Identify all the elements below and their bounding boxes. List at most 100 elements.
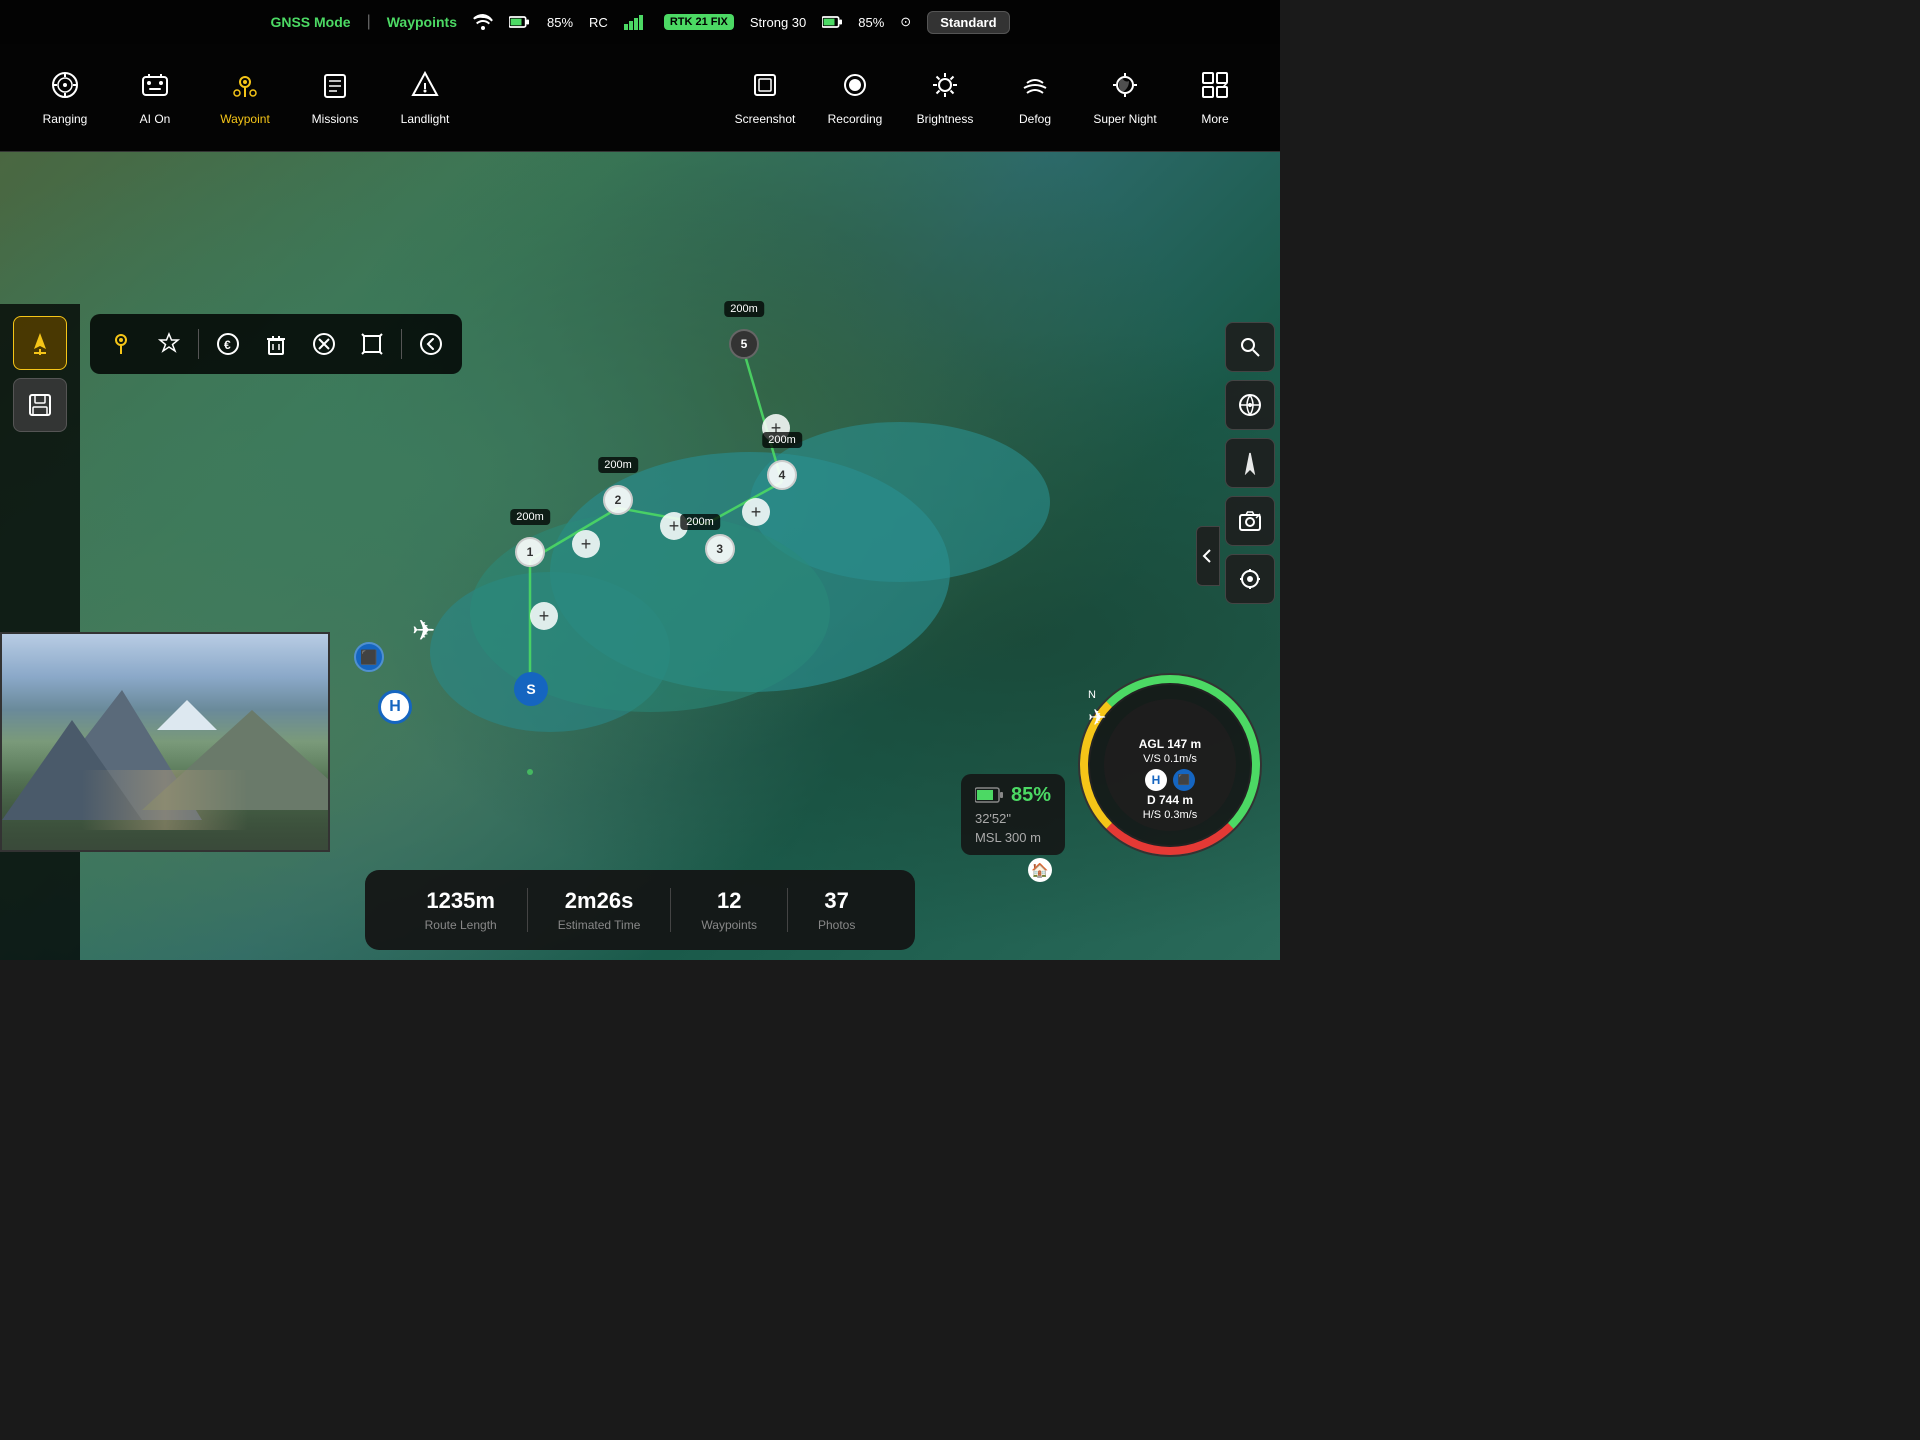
layers-btn[interactable] <box>1225 380 1275 430</box>
home-marker[interactable]: H <box>378 690 412 724</box>
status-bar: GNSS Mode | Waypoints 85% RC RTK 21 FIX … <box>0 0 1280 44</box>
defog-label: Defog <box>1019 112 1051 126</box>
toolbar: Ranging AI On Waypoint <box>0 44 1280 152</box>
estimated-time-value: 2m26s <box>565 888 634 914</box>
takeoff-button[interactable] <box>13 316 67 370</box>
snow-cap <box>157 700 217 730</box>
drone-status-panel: 85% 32'52" MSL 300 m <box>961 774 1065 855</box>
landlight-icon <box>409 69 441 106</box>
compass-rec-icon: ⬛ <box>1173 769 1195 791</box>
wp-separator <box>198 329 199 359</box>
save-button[interactable] <box>13 378 67 432</box>
tool-landlight[interactable]: Landlight <box>380 61 470 134</box>
wp1-circle: 1 <box>515 537 545 567</box>
ai-on-label: AI On <box>140 112 171 126</box>
map-container[interactable]: + + + + + 200m 1 200m 2 200m 3 200m 4 20… <box>0 152 1280 960</box>
route-length-label: Route Length <box>425 918 497 932</box>
signal-strength: Strong 30 <box>750 15 806 30</box>
wp-add-s1[interactable]: + <box>530 602 558 630</box>
compass-home-icon: H <box>1145 769 1167 791</box>
waypoint-5[interactable]: 200m 5 <box>729 329 759 359</box>
route-length-stat: 1235m Route Length <box>395 888 527 932</box>
wp4-circle: 4 <box>767 460 797 490</box>
compass-ring: N ✈ AGL 147 m V/S 0.1m/s H ⬛ D 744 m H/S… <box>1080 675 1260 855</box>
drone-marker[interactable]: ✈ <box>412 614 435 647</box>
ranging-label: Ranging <box>43 112 88 126</box>
start-marker[interactable]: S <box>514 672 548 706</box>
ai-on-icon <box>139 69 171 106</box>
gnss-mode: GNSS Mode <box>270 14 350 30</box>
signal-bars <box>624 14 648 30</box>
super-night-label: Super Night <box>1093 112 1156 126</box>
wp5-altitude: 200m <box>724 301 764 317</box>
screenshot-label: Screenshot <box>735 112 796 126</box>
waypoints-label: Waypoints <box>701 918 757 932</box>
collapse-panel-button[interactable] <box>1196 526 1220 586</box>
tool-ai-on[interactable]: AI On <box>110 61 200 134</box>
compass-vs: V/S 0.1m/s <box>1143 753 1197 765</box>
compass-nav-btn[interactable] <box>1225 438 1275 488</box>
wifi-icon <box>473 14 493 30</box>
wp5-circle: 5 <box>729 329 759 359</box>
tool-ranging[interactable]: Ranging <box>20 61 110 134</box>
stats-bar: 1235m Route Length 2m26s Estimated Time … <box>0 860 1280 960</box>
right-panel <box>1220 314 1280 612</box>
estimated-time-stat: 2m26s Estimated Time <box>527 888 671 932</box>
wp-add-12[interactable]: + <box>572 530 600 558</box>
compass-inner: AGL 147 m V/S 0.1m/s H ⬛ D 744 m H/S 0.3… <box>1104 699 1236 831</box>
wp3-altitude: 200m <box>680 514 720 530</box>
tool-brightness[interactable]: Brightness <box>900 61 990 134</box>
standard-button[interactable]: Standard <box>927 11 1009 34</box>
delete-btn[interactable] <box>253 321 299 367</box>
recording-icon <box>839 69 871 106</box>
location-btn[interactable] <box>1225 554 1275 604</box>
wp-separator-2 <box>401 329 402 359</box>
tool-waypoint[interactable]: Waypoint <box>200 61 290 134</box>
waypoint-1[interactable]: 200m 1 <box>515 537 545 567</box>
wp-add-icon: + <box>572 530 600 558</box>
msl-altitude: MSL 300 m <box>975 830 1051 845</box>
compass-north: N <box>1088 689 1096 701</box>
more-icon <box>1199 69 1231 106</box>
tool-recording[interactable]: Recording <box>810 61 900 134</box>
cancel-btn[interactable] <box>301 321 347 367</box>
battery2-value: 85% <box>858 15 884 30</box>
waypoint-4[interactable]: 200m 4 <box>767 460 797 490</box>
tool-defog[interactable]: Defog <box>990 61 1080 134</box>
tool-super-night[interactable]: Super Night <box>1080 61 1170 134</box>
rtk-status: RTK 21 FIX <box>664 14 734 30</box>
status-separator: | <box>367 13 371 31</box>
battery1-value: 85% <box>547 15 573 30</box>
wp3-circle: 3 <box>705 534 735 564</box>
landlight-label: Landlight <box>401 112 450 126</box>
compass-plane-icon: ✈ <box>1088 705 1106 731</box>
wp2-altitude: 200m <box>598 457 638 473</box>
more-label: More <box>1201 112 1228 126</box>
search-btn[interactable] <box>1225 322 1275 372</box>
focus-btn[interactable] <box>349 321 395 367</box>
wp-add-34[interactable]: + <box>742 498 770 526</box>
waypoint-icon <box>229 69 261 106</box>
recording-label: Recording <box>828 112 883 126</box>
camera-settings-btn[interactable] <box>1225 496 1275 546</box>
waypoint-2[interactable]: 200m 2 <box>603 485 633 515</box>
wp1-altitude: 200m <box>510 509 550 525</box>
screenshot-icon <box>749 69 781 106</box>
recording-device-icon[interactable]: ⬛ <box>354 642 384 672</box>
ranging-icon <box>49 69 81 106</box>
add-interest-btn[interactable] <box>146 321 192 367</box>
photos-stat: 37 Photos <box>787 888 885 932</box>
add-waypoint-btn[interactable] <box>98 321 144 367</box>
wp-add-icon: + <box>742 498 770 526</box>
missions-label: Missions <box>312 112 359 126</box>
tool-screenshot[interactable]: Screenshot <box>720 61 810 134</box>
cost-btn[interactable]: € <box>205 321 251 367</box>
tool-missions[interactable]: Missions <box>290 61 380 134</box>
battery2-icon <box>822 14 842 30</box>
compass-hs: H/S 0.3m/s <box>1143 809 1197 821</box>
tool-more[interactable]: More <box>1170 61 1260 134</box>
back-btn[interactable] <box>408 321 454 367</box>
waypoint-3[interactable]: 200m 3 <box>700 514 740 564</box>
missions-icon <box>319 69 351 106</box>
waypoint-label: Waypoint <box>220 112 270 126</box>
